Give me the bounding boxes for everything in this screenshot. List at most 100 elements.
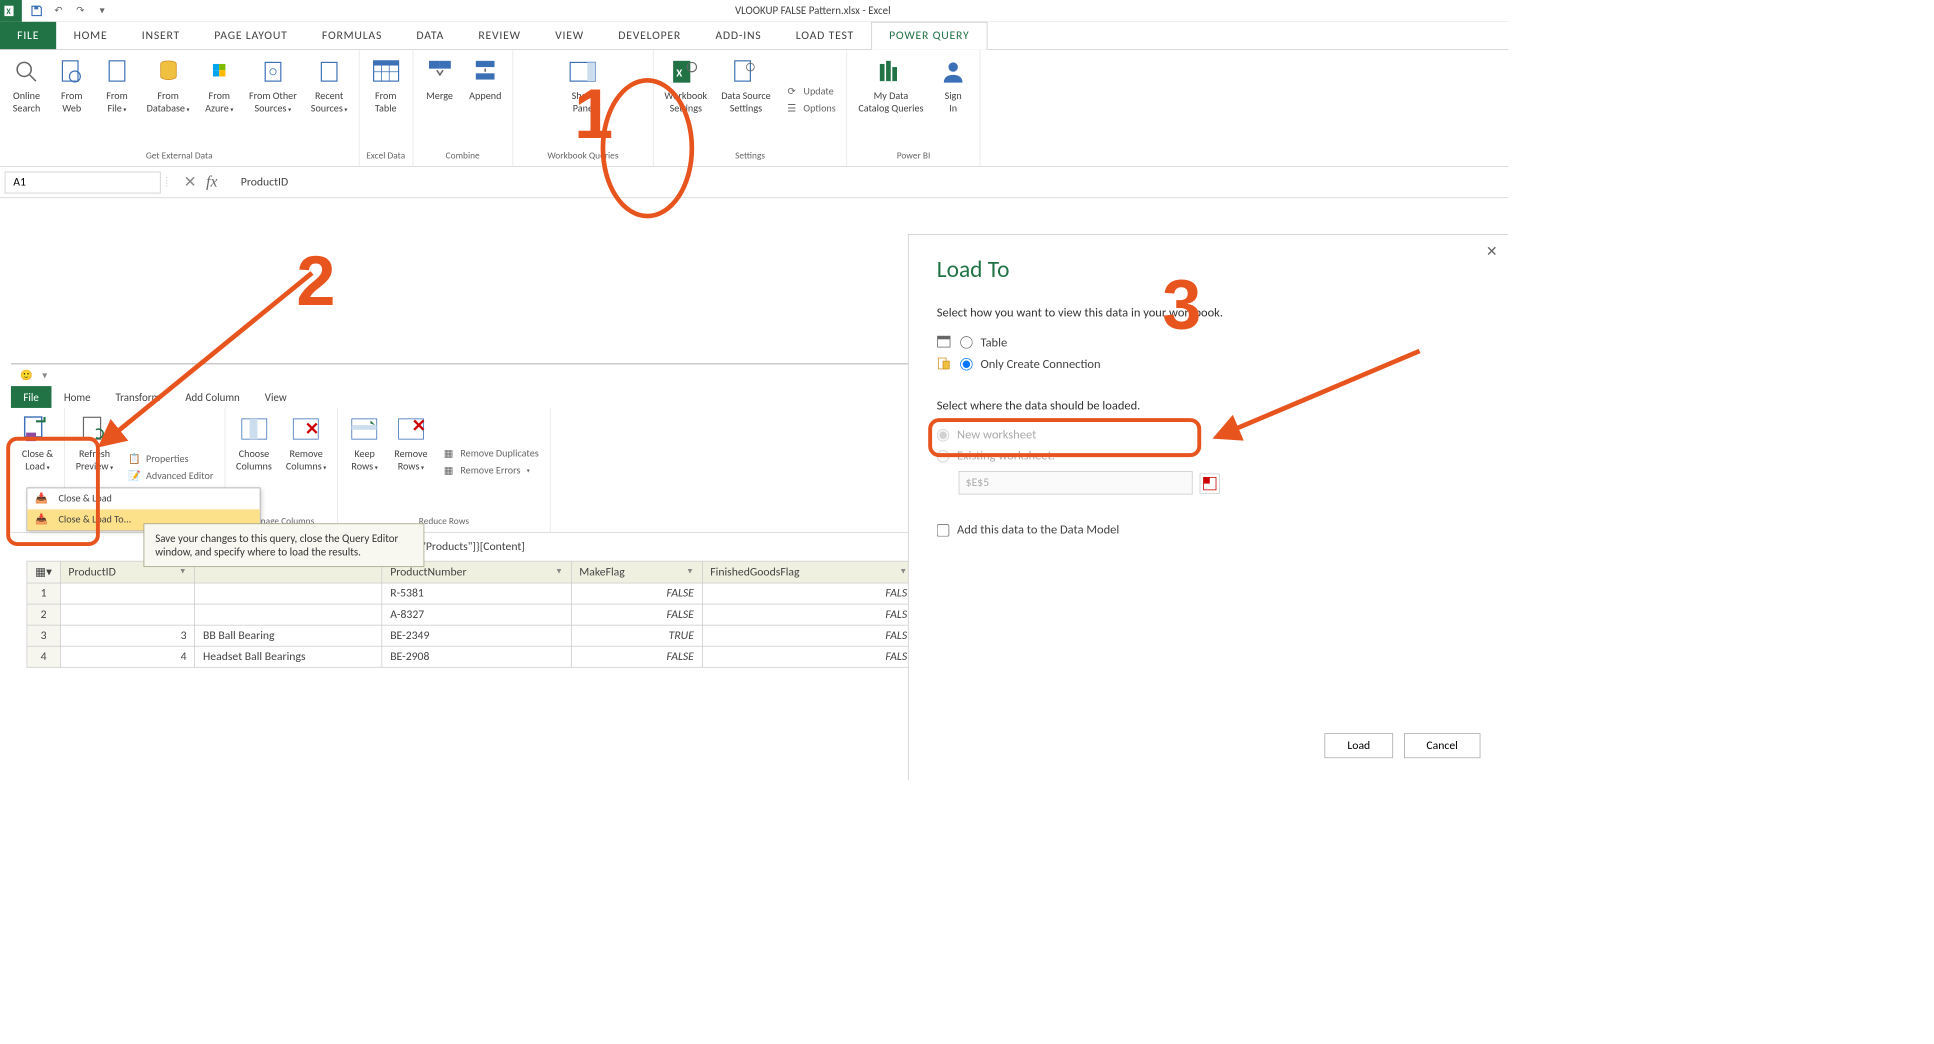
options-icon: ☰ <box>785 102 799 116</box>
online-search-button[interactable]: Online Search <box>5 53 49 147</box>
tab-data[interactable]: DATA <box>399 22 461 49</box>
filter-icon[interactable]: ▼ <box>555 565 563 575</box>
tab-addins[interactable]: ADD-INS <box>698 22 778 49</box>
qat-dropdown-icon[interactable]: ▾ <box>94 2 111 19</box>
connection-icon <box>937 356 953 372</box>
col-header-makeflag[interactable]: MakeFlag▼ <box>571 561 702 583</box>
data-source-icon <box>730 56 761 87</box>
cancel-button[interactable]: Cancel <box>1404 733 1481 758</box>
append-button[interactable]: Append <box>463 53 508 147</box>
database-icon <box>153 56 184 87</box>
search-icon <box>11 56 42 87</box>
group-label-external-data: Get External Data <box>5 147 354 166</box>
grid-corner[interactable]: ▦▾ <box>27 561 60 583</box>
qat-redo-icon[interactable]: ↷ <box>72 2 89 19</box>
powerbi-icon <box>875 56 906 87</box>
window-title: VLOOKUP FALSE Pattern.xlsx - Excel <box>117 4 1509 17</box>
update-button[interactable]: ⟳Update <box>785 85 836 99</box>
web-icon <box>56 56 87 87</box>
azure-icon <box>204 56 235 87</box>
tab-developer[interactable]: DEVELOPER <box>601 22 698 49</box>
recent-sources-button[interactable]: Recent Sources▾ <box>305 53 354 147</box>
tab-formulas[interactable]: FORMULAS <box>305 22 400 49</box>
group-label-combine: Combine <box>418 147 508 166</box>
formula-input[interactable]: ProductID <box>233 172 1509 192</box>
col-header-finishedgoods[interactable]: FinishedGoodsFlag▼ <box>702 561 915 583</box>
checkbox-data-model[interactable]: Add this data to the Data Model <box>937 523 1481 538</box>
smiley-icon[interactable]: 🙂 <box>20 369 33 381</box>
worksheet-ref-input <box>959 471 1193 494</box>
annotation-circle-1 <box>601 78 695 218</box>
annotation-arrow-3 <box>1201 343 1435 452</box>
tab-review[interactable]: REVIEW <box>461 22 538 49</box>
svg-text:X: X <box>676 66 682 79</box>
qat-save-icon[interactable] <box>28 2 45 19</box>
table-row[interactable]: 33BB Ball BearingBE-2349TRUEFALS <box>27 625 915 646</box>
table-icon <box>370 56 401 87</box>
tab-home[interactable]: HOME <box>56 22 124 49</box>
remove-duplicates-button[interactable]: ▦Remove Duplicates <box>442 447 539 461</box>
group-label-excel-data: Excel Data <box>364 147 408 166</box>
keep-rows-icon <box>349 414 380 445</box>
formula-bar: ⁞ ✕ fx ProductID <box>0 167 1509 198</box>
tab-power-query[interactable]: POWER QUERY <box>871 22 987 50</box>
filter-icon[interactable]: ▼ <box>899 565 907 575</box>
from-web-button[interactable]: From Web <box>50 53 94 147</box>
ribbon-tabs: FILE HOME INSERT PAGE LAYOUT FORMULAS DA… <box>0 22 1509 50</box>
from-table-button[interactable]: From Table <box>364 53 408 147</box>
range-picker-icon <box>1200 473 1220 493</box>
tab-insert[interactable]: INSERT <box>125 22 198 49</box>
pq-qat-dropdown-icon[interactable]: ▾ <box>42 369 47 381</box>
table-row[interactable]: 44Headset Ball BearingsBE-2908FALSEFALS <box>27 646 915 667</box>
data-source-settings-button[interactable]: Data Source Settings <box>715 53 777 147</box>
advanced-editor-button[interactable]: 📝Advanced Editor <box>127 469 213 483</box>
annotation-number-1: 1 <box>574 75 613 155</box>
close-load-to-tooltip: Save your changes to this query, close t… <box>144 523 425 567</box>
from-database-button[interactable]: From Database▾ <box>140 53 196 147</box>
tab-file[interactable]: FILE <box>0 22 56 49</box>
from-other-sources-button[interactable]: From Other Sources▾ <box>243 53 303 147</box>
svg-text:X: X <box>6 8 11 17</box>
user-icon <box>938 56 969 87</box>
other-sources-icon <box>257 56 288 87</box>
tab-view[interactable]: VIEW <box>538 22 601 49</box>
my-data-catalog-button[interactable]: My Data Catalog Queries <box>852 53 930 147</box>
pq-tab-file[interactable]: File <box>11 386 51 408</box>
load-to-title: Load To <box>937 255 1481 284</box>
tab-page-layout[interactable]: PAGE LAYOUT <box>197 22 305 49</box>
load-button[interactable]: Load <box>1325 733 1393 758</box>
annotation-number-3: 3 <box>1162 265 1201 345</box>
options-button[interactable]: ☰Options <box>785 102 836 116</box>
close-icon[interactable]: ✕ <box>1486 243 1498 260</box>
title-bar: X ↶ ↷ ▾ VLOOKUP FALSE Pattern.xlsx - Exc… <box>0 0 1509 22</box>
append-icon <box>470 56 501 87</box>
table-row[interactable]: 1R-5381FALSEFALS <box>27 583 915 604</box>
table-icon <box>937 335 953 351</box>
ribbon-power-query: Online Search From Web From File▾ From D… <box>0 50 1509 167</box>
merge-button[interactable]: Merge <box>418 53 462 147</box>
advanced-editor-icon: 📝 <box>127 469 141 483</box>
qat-undo-icon[interactable]: ↶ <box>50 2 67 19</box>
merge-icon <box>424 56 455 87</box>
from-file-button[interactable]: From File▾ <box>95 53 139 147</box>
table-row[interactable]: 2A-8327FALSEFALS <box>27 604 915 625</box>
load-to-panel: ✕ Load To Select how you want to view th… <box>908 234 1509 780</box>
from-azure-button[interactable]: From Azure▾ <box>197 53 241 147</box>
keep-rows-button[interactable]: Keep Rows▾ <box>343 411 387 513</box>
filter-icon[interactable]: ▼ <box>686 565 694 575</box>
cancel-formula-icon[interactable]: ✕ <box>184 172 197 192</box>
remove-rows-icon <box>395 414 426 445</box>
group-label-powerbi: Power BI <box>852 147 975 166</box>
tab-load-test[interactable]: LOAD TEST <box>779 22 872 49</box>
file-icon <box>101 56 132 87</box>
annotation-arrow-2 <box>78 257 328 460</box>
remove-rows-button[interactable]: Remove Rows▾ <box>388 411 434 513</box>
remove-errors-button[interactable]: ▦Remove Errors ▾ <box>442 464 539 478</box>
annotation-box-3 <box>928 418 1201 457</box>
update-icon: ⟳ <box>785 85 799 99</box>
name-box[interactable] <box>5 171 161 193</box>
remove-duplicates-icon: ▦ <box>442 447 456 461</box>
fx-icon[interactable]: fx <box>206 173 217 191</box>
sign-in-button[interactable]: Sign In <box>931 53 975 147</box>
remove-errors-icon: ▦ <box>442 464 456 478</box>
